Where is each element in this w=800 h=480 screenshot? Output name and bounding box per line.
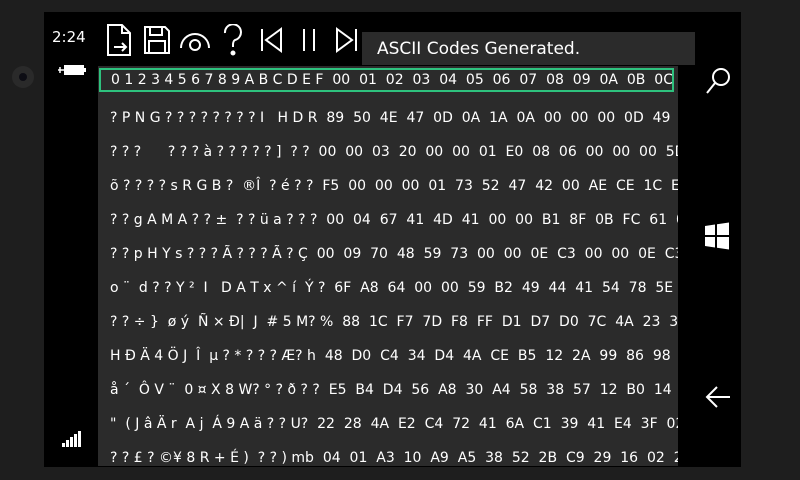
hex-row[interactable]: " ( J â Ä r A j Á 9 A ä ? ? U? 22 28 4A … [110, 414, 678, 434]
view-button[interactable] [176, 20, 214, 60]
first-button[interactable] [252, 20, 290, 60]
hex-row[interactable]: õ ? ? ? ? s R G B ? ®Î ? é ? ? F5 00 00 … [110, 176, 678, 196]
hex-row[interactable]: å ´ Ô V ¨ 0 ¤ X 8 W? ° ? ð ? ? E5 B4 D4 … [110, 380, 678, 400]
hex-row[interactable]: H Ð Ä 4 Ö J Î µ ? * ? ? ? Æ? h 48 D0 C4 … [110, 346, 678, 366]
skip-forward-icon [336, 27, 357, 53]
hex-row[interactable]: ? ? ? ? ? ? à ? ? ? ? ? ] ? ? 00 00 03 2… [110, 142, 678, 162]
signal-strength-icon [62, 431, 81, 447]
hex-viewer-panel[interactable]: 0 1 2 3 4 5 6 7 8 9 A B C D E F 00 01 02… [98, 66, 678, 466]
search-button[interactable] [704, 66, 732, 100]
skip-back-icon [261, 27, 282, 53]
windows-logo-icon [705, 222, 729, 250]
battery-charging-icon [58, 65, 86, 75]
hex-row[interactable]: ? P N G ? ? ? ? ? ? ? ? I H D R 89 50 4E… [110, 108, 678, 128]
pause-icon [303, 29, 315, 51]
search-icon [706, 68, 730, 94]
back-button[interactable] [704, 384, 732, 414]
status-time: 2:24 [52, 28, 86, 46]
toolbar [100, 20, 366, 60]
file-import-icon [107, 24, 131, 56]
start-button[interactable] [704, 222, 730, 254]
device-bezel: 2:24 ASCII Codes Generated. 0 1 2 3 4 5 … [0, 0, 800, 480]
camera-icon [12, 66, 34, 88]
status-bar: 2:24 [44, 12, 99, 467]
hex-row[interactable]: ? ? p H Y s ? ? ? Ã ? ? ? Ã ? Ç 00 09 70… [110, 244, 678, 264]
hex-header-row[interactable]: 0 1 2 3 4 5 6 7 8 9 A B C D E F 00 01 02… [99, 68, 674, 92]
last-button[interactable] [328, 20, 366, 60]
toast-notification: ASCII Codes Generated. [362, 32, 695, 65]
pause-button[interactable] [290, 20, 328, 60]
help-button[interactable] [214, 20, 252, 60]
hex-row[interactable]: ? ? ÷ } ø ý Ñ × Ð| J # 5 M? % 88 1C F7 7… [110, 312, 678, 332]
navigation-bar [694, 12, 741, 467]
open-file-button[interactable] [100, 20, 138, 60]
help-icon [223, 24, 242, 56]
hex-row[interactable]: ? ? £ ? ©¥ 8 R + É ) ? ? ) mb 04 01 A3 1… [110, 448, 678, 466]
hex-row[interactable]: ? ? g A M A ? ? ± ? ? ü a ? ? ? 00 04 67… [110, 210, 678, 230]
save-button[interactable] [138, 20, 176, 60]
screen: 2:24 ASCII Codes Generated. 0 1 2 3 4 5 … [44, 12, 741, 467]
view-icon [180, 33, 210, 51]
hex-row[interactable]: o ¨ d ? ? Y ² I D A T x ^ í Ý ? 6F A8 64… [110, 278, 678, 298]
back-arrow-icon [705, 386, 730, 408]
save-icon [144, 26, 170, 54]
